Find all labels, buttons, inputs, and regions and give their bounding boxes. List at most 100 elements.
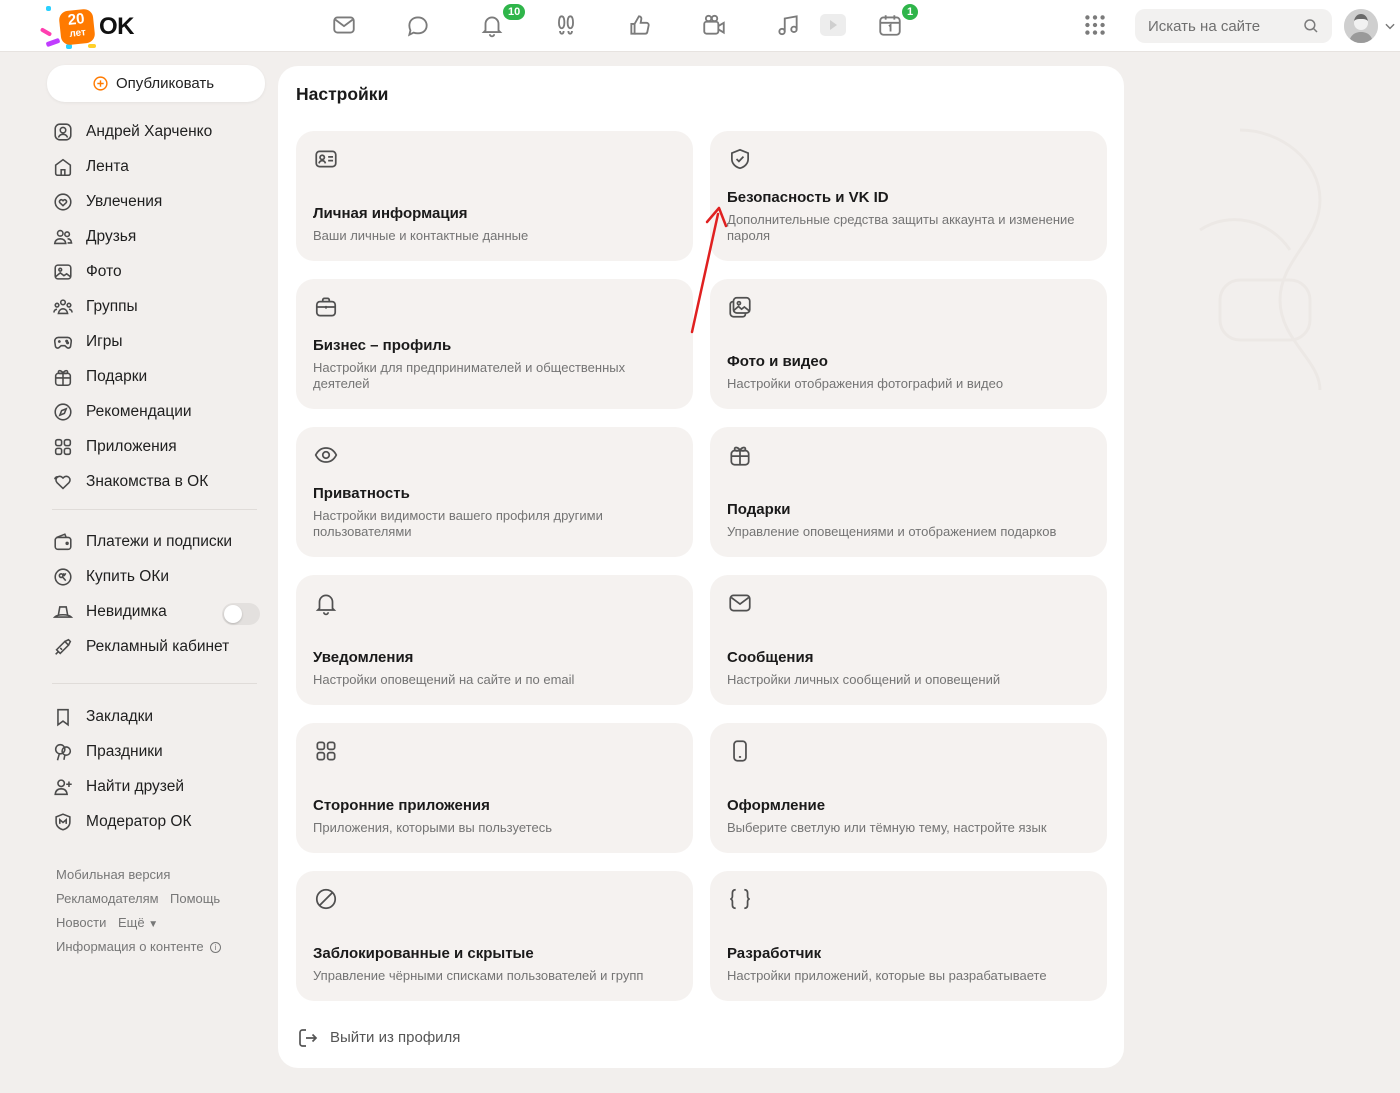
- settings-card-messages[interactable]: Сообщения Настройки личных сообщений и о…: [710, 575, 1107, 705]
- sidebar-item-label: Платежи и подписки: [86, 533, 233, 550]
- gift-icon: [727, 442, 753, 468]
- sidebar-item-feed[interactable]: Лента: [52, 154, 262, 180]
- sidebar-item-profile[interactable]: Андрей Харченко: [52, 119, 262, 145]
- sidebar-item-recommendations[interactable]: Рекомендации: [52, 399, 262, 425]
- card-description: Настройки личных сообщений и оповещений: [727, 672, 1001, 687]
- invisible-toggle[interactable]: [222, 603, 260, 625]
- sidebar-item-friends[interactable]: Друзья: [52, 224, 262, 250]
- sidebar-item-label: Закладки: [86, 708, 154, 725]
- card-title: Подарки: [727, 501, 791, 518]
- sidebar-item-label: Андрей Харченко: [86, 123, 213, 140]
- sidebar-item-label: Знакомства в ОК: [86, 473, 209, 490]
- sidebar-item-invisible[interactable]: Невидимка: [52, 599, 222, 625]
- sidebar-divider: [52, 683, 257, 684]
- top-header: 20 лет OK 10 1 Искать на сайте: [0, 0, 1400, 52]
- settings-card-notifications[interactable]: Уведомления Настройки оповещений на сайт…: [296, 575, 693, 705]
- advertisers-link[interactable]: Рекламодателям: [56, 891, 159, 906]
- sidebar-item-groups[interactable]: Группы: [52, 294, 262, 320]
- more-link[interactable]: Ещё ▼: [118, 915, 158, 930]
- invisible-icon: [52, 601, 74, 623]
- settings-card-privacy[interactable]: Приватность Настройки видимости вашего п…: [296, 427, 693, 557]
- bookmark-icon: [52, 706, 74, 728]
- card-title: Приватность: [313, 485, 410, 502]
- compass-icon: [52, 401, 74, 423]
- search-input[interactable]: Искать на сайте: [1135, 9, 1332, 43]
- sidebar-item-label: Подарки: [86, 368, 148, 385]
- settings-card-appearance[interactable]: Оформление Выберите светлую или тёмную т…: [710, 723, 1107, 853]
- envelope-icon: [727, 590, 753, 616]
- card-title: Разработчик: [727, 945, 822, 962]
- card-description: Ваши личные и контактные данные: [313, 228, 529, 243]
- add-friend-icon: [52, 776, 74, 798]
- anniversary-badge: 20 лет: [58, 8, 96, 46]
- calendar-count-badge: 1: [902, 4, 918, 20]
- logout-icon: [296, 1026, 320, 1050]
- apps-icon: [52, 436, 74, 458]
- friends-icon: [52, 226, 74, 248]
- apps-menu-icon[interactable]: [1082, 12, 1108, 38]
- sidebar-item-gifts[interactable]: Подарки: [52, 364, 262, 390]
- messages-icon[interactable]: [331, 12, 357, 38]
- video-pill-icon[interactable]: [820, 14, 846, 36]
- toggle-knob: [224, 605, 242, 623]
- card-description: Настройки отображения фотографий и видео: [727, 376, 1004, 391]
- sidebar-item-payments[interactable]: Платежи и подписки: [52, 529, 262, 555]
- sidebar-item-photo[interactable]: Фото: [52, 259, 262, 285]
- card-title: Личная информация: [313, 205, 468, 222]
- sidebar-item-dating[interactable]: Знакомства в ОК: [52, 469, 262, 495]
- briefcase-icon: [313, 294, 339, 320]
- notifications-count-badge: 10: [503, 4, 526, 20]
- sidebar-item-hobbies[interactable]: Увлечения: [52, 189, 262, 215]
- music-icon[interactable]: [775, 12, 801, 38]
- avatar[interactable]: [1344, 9, 1378, 43]
- gallery-icon: [727, 294, 753, 320]
- sidebar-item-games[interactable]: Игры: [52, 329, 262, 355]
- home-icon: [52, 156, 74, 178]
- search-icon[interactable]: [1302, 17, 1320, 35]
- settings-card-gifts[interactable]: Подарки Управление оповещениями и отобра…: [710, 427, 1107, 557]
- news-link[interactable]: Новости: [56, 915, 106, 930]
- help-link[interactable]: Помощь: [170, 891, 220, 906]
- card-description: Выберите светлую или тёмную тему, настро…: [727, 820, 1047, 835]
- publish-label: Опубликовать: [116, 75, 215, 92]
- video-icon[interactable]: [701, 12, 727, 38]
- sidebar-item-holidays[interactable]: Праздники: [52, 739, 262, 765]
- settings-card-third-party-apps[interactable]: Сторонние приложения Приложения, которым…: [296, 723, 693, 853]
- shield-icon: [727, 146, 753, 172]
- content-info-link[interactable]: Информация о контенте i: [56, 939, 222, 954]
- publish-button[interactable]: Опубликовать: [47, 65, 265, 102]
- photo-icon: [52, 261, 74, 283]
- logo-text: OK: [99, 13, 135, 40]
- sidebar-item-moderator[interactable]: Модератор ОК: [52, 809, 262, 835]
- settings-card-security[interactable]: Безопасность и VK ID Дополнительные сред…: [710, 131, 1107, 261]
- card-title: Сообщения: [727, 649, 814, 666]
- settings-card-blocked[interactable]: Заблокированные и скрытые Управление чёр…: [296, 871, 693, 1001]
- gift-icon: [52, 366, 74, 388]
- settings-card-photo-video[interactable]: Фото и видео Настройки отображения фотог…: [710, 279, 1107, 409]
- sidebar-item-apps[interactable]: Приложения: [52, 434, 262, 460]
- ok-logo[interactable]: 20 лет OK: [36, 2, 146, 52]
- calendar-icon[interactable]: [877, 12, 903, 38]
- guests-icon[interactable]: [553, 12, 579, 38]
- chevron-down-icon[interactable]: [1383, 19, 1397, 33]
- discussions-icon[interactable]: [405, 12, 431, 38]
- sidebar-item-ads-cabinet[interactable]: Рекламный кабинет: [52, 634, 262, 660]
- sidebar-item-bookmarks[interactable]: Закладки: [52, 704, 262, 730]
- sidebar-item-label: Друзья: [86, 228, 137, 245]
- phone-icon: [727, 738, 753, 764]
- sidebar-item-find-friends[interactable]: Найти друзей: [52, 774, 262, 800]
- more-label: Ещё: [118, 915, 145, 930]
- profile-icon: [52, 121, 74, 143]
- mobile-version-link[interactable]: Мобильная версия: [56, 867, 170, 882]
- sidebar-item-buy-oki[interactable]: Купить ОКи: [52, 564, 262, 590]
- card-description: Настройки для предпринимателей и обществ…: [313, 360, 626, 391]
- sidebar-item-label: Лента: [86, 158, 129, 175]
- settings-card-personal-info[interactable]: Личная информация Ваши личные и контактн…: [296, 131, 693, 261]
- settings-card-developer[interactable]: Разработчик Настройки приложений, которы…: [710, 871, 1107, 1001]
- card-title: Заблокированные и скрытые: [313, 945, 534, 962]
- sidebar-item-label: Найти друзей: [86, 778, 184, 795]
- likes-icon[interactable]: [627, 12, 653, 38]
- notifications-icon[interactable]: [479, 12, 505, 38]
- settings-card-business[interactable]: Бизнес – профиль Настройки для предприни…: [296, 279, 693, 409]
- logout-button[interactable]: Выйти из профиля: [296, 1024, 496, 1052]
